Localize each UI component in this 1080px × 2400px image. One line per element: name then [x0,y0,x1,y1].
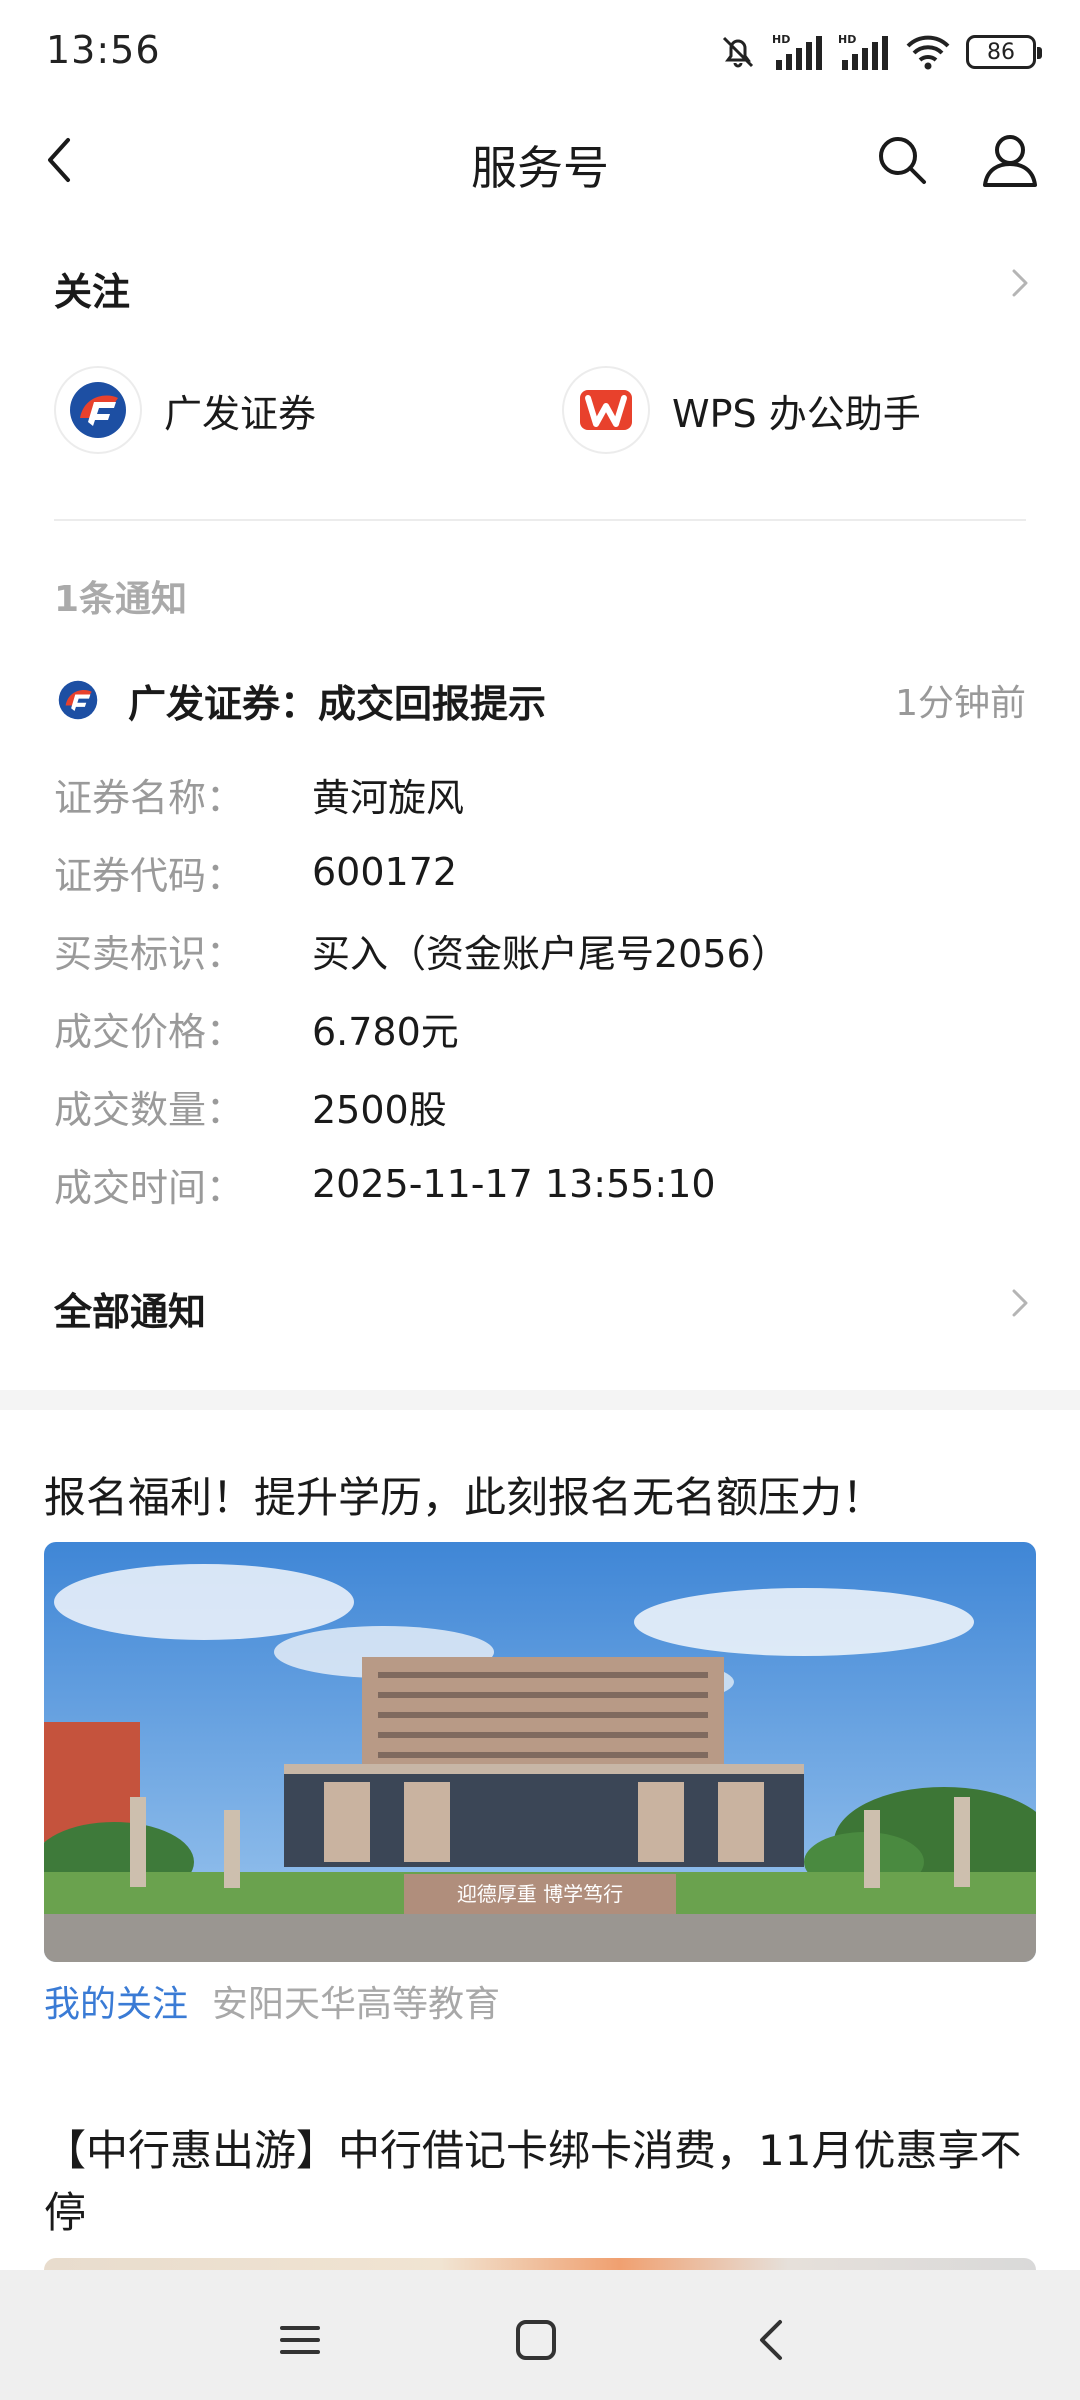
row-value: 600172 [312,850,458,894]
row-label: 买卖标识： [54,931,245,976]
row-value: 买入（资金账户尾号2056） [312,931,789,976]
back-triangle-icon [760,2320,782,2360]
notification-row: 成交时间： 2025-11-17 13:55:10 [54,1145,1026,1223]
menu-button[interactable] [260,2300,340,2380]
all-notifications-row[interactable]: 全部通知 [0,1265,1080,1345]
following-list: 广发证券 WPS 办公助手 [0,360,1080,460]
notification-body[interactable]: 证券名称： 黄河旋风 证券代码： 600172 买卖标识： 买入（资金账户尾号2… [54,755,1026,1223]
following-header[interactable]: 关注 [0,245,1080,325]
following-tag[interactable]: 我的关注 [44,1975,188,2027]
signal-icon-2: HD [838,32,890,72]
nav-back-button[interactable] [732,2300,812,2380]
notification-row: 证券代码： 600172 [54,833,1026,911]
follow-item-gf-securities[interactable]: 广发证券 [54,360,316,460]
notification-row: 买卖标识： 买入（资金账户尾号2056） [54,911,1026,989]
battery-icon: 86 [966,35,1042,69]
section-separator [0,1390,1080,1410]
follow-item-name: WPS 办公助手 [672,391,921,436]
article-source[interactable]: 安阳天华高等教育 [212,1975,500,2027]
svg-text:HD: HD [838,33,856,46]
header: 服务号 [0,110,1080,210]
notification-row: 证券名称： 黄河旋风 [54,755,1026,833]
gf-securities-logo-icon [54,676,102,724]
notification-row: 成交价格： 6.780元 [54,989,1026,1067]
notification-time: 1分钟前 [895,683,1026,724]
notification-card-header[interactable]: 广发证券：成交回报提示 1分钟前 [54,665,1026,735]
wps-logo-icon [562,366,650,454]
wifi-icon [904,32,952,72]
all-notifications-label: 全部通知 [54,1290,207,1334]
row-value: 6.780元 [312,1009,459,1054]
row-value: 黄河旋风 [312,775,465,820]
row-label: 成交价格： [54,1009,245,1054]
following-title: 关注 [54,270,131,314]
home-button[interactable] [496,2300,576,2380]
row-value: 2500股 [312,1087,447,1132]
divider [54,519,1026,521]
status-time: 13:56 [46,28,161,72]
signal-icon: HD [772,32,824,72]
menu-icon [280,2326,320,2354]
feed-article-meta: 我的关注 安阳天华高等教育 [44,1975,500,2027]
notification-title: 广发证券：成交回报提示 [128,681,547,726]
campus-building-image: 迎德厚重 博学笃行 [44,1542,1036,1962]
status-icons: HD HD 86 [718,30,1042,74]
row-label: 证券名称： [54,775,245,820]
home-square-icon [516,2320,556,2360]
chevron-right-icon [1012,1289,1028,1317]
system-navigation-bar [0,2270,1080,2400]
mute-bell-icon [718,32,758,72]
follow-item-wps[interactable]: WPS 办公助手 [562,360,921,460]
status-bar: 13:56 HD HD 86 [0,0,1080,100]
chevron-right-icon [1012,269,1028,297]
notification-count: 1条通知 [54,579,188,620]
battery-level: 86 [987,39,1015,65]
search-icon [879,137,926,184]
row-label: 证券代码： [54,853,245,898]
notification-row: 成交数量： 2500股 [54,1067,1026,1145]
profile-button[interactable] [978,128,1042,192]
row-label: 成交时间： [54,1165,245,1210]
row-value: 2025-11-17 13:55:10 [312,1162,716,1206]
follow-item-name: 广发证券 [164,391,317,436]
row-label: 成交数量： [54,1087,245,1132]
feed-article-image[interactable]: 迎德厚重 博学笃行 [44,1542,1036,1962]
user-icon [983,135,1037,187]
feed-article-title[interactable]: 报名福利！提升学历，此刻报名无名额压力！ [44,1467,1044,1529]
svg-text:HD: HD [772,33,790,46]
image-caption: 迎德厚重 博学笃行 [457,1882,623,1906]
feed-article-title[interactable]: 【中行惠出游】中行借记卡绑卡消费，11月优惠享不停 [44,2120,1044,2244]
search-button[interactable] [872,130,932,190]
gf-securities-logo-icon [54,366,142,454]
